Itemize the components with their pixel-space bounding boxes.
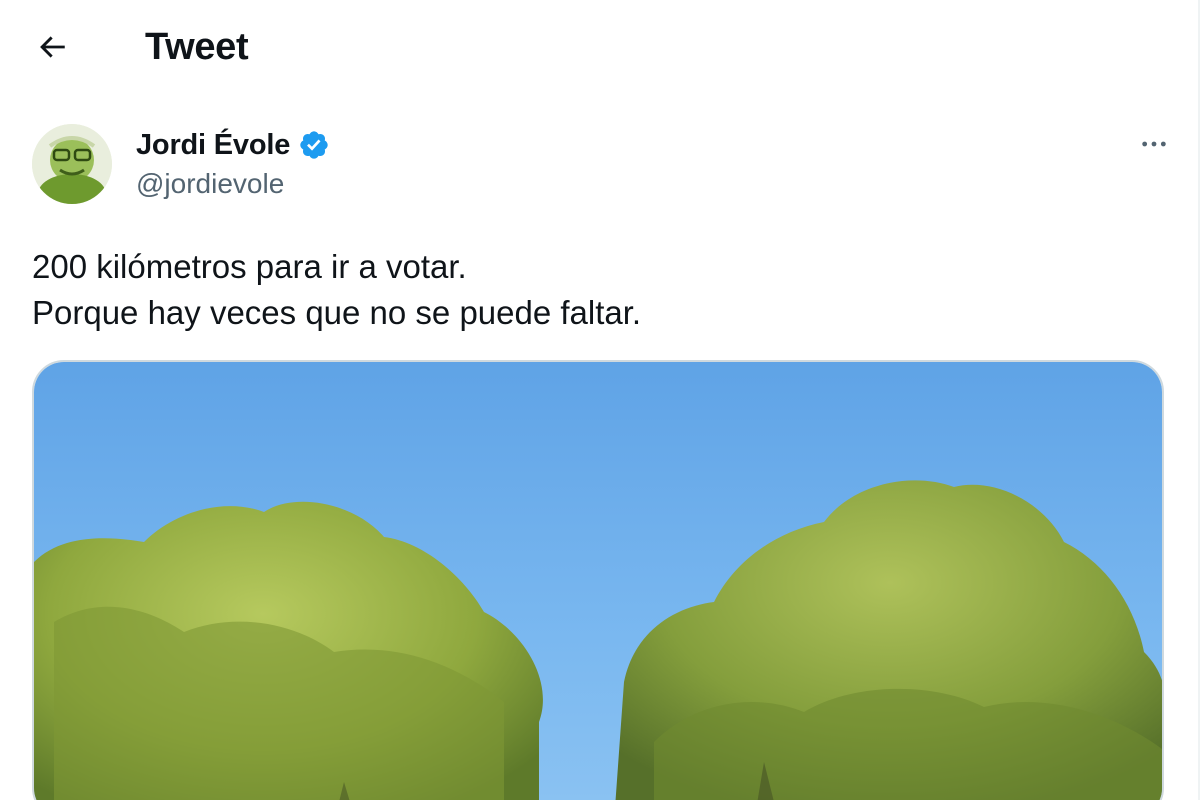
photo-trees-sky xyxy=(34,362,1162,800)
tweet-text: 200 kilómetros para ir a votar. Porque h… xyxy=(32,244,1152,336)
avatar[interactable] xyxy=(32,124,112,204)
tweet-photo[interactable] xyxy=(32,360,1164,800)
tweet-page: Tweet Jordi Évole @jordievole 200 kilóme… xyxy=(0,0,1200,800)
author-handle[interactable]: @jordievole xyxy=(136,166,284,202)
avatar-image xyxy=(32,124,112,204)
page-title: Tweet xyxy=(145,26,249,68)
page-header: Tweet xyxy=(0,0,1198,94)
more-options-icon xyxy=(1142,141,1166,147)
more-options-button[interactable] xyxy=(1132,124,1176,164)
author-name[interactable]: Jordi Évole xyxy=(136,126,290,164)
verified-badge-icon[interactable] xyxy=(298,129,330,161)
arrow-left-icon xyxy=(40,36,65,58)
back-button[interactable] xyxy=(24,24,80,70)
tweet-text-line: Porque hay veces que no se puede faltar. xyxy=(32,294,642,331)
author-name-row: Jordi Évole xyxy=(136,126,330,164)
tweet-text-line: 200 kilómetros para ir a votar. xyxy=(32,248,467,285)
